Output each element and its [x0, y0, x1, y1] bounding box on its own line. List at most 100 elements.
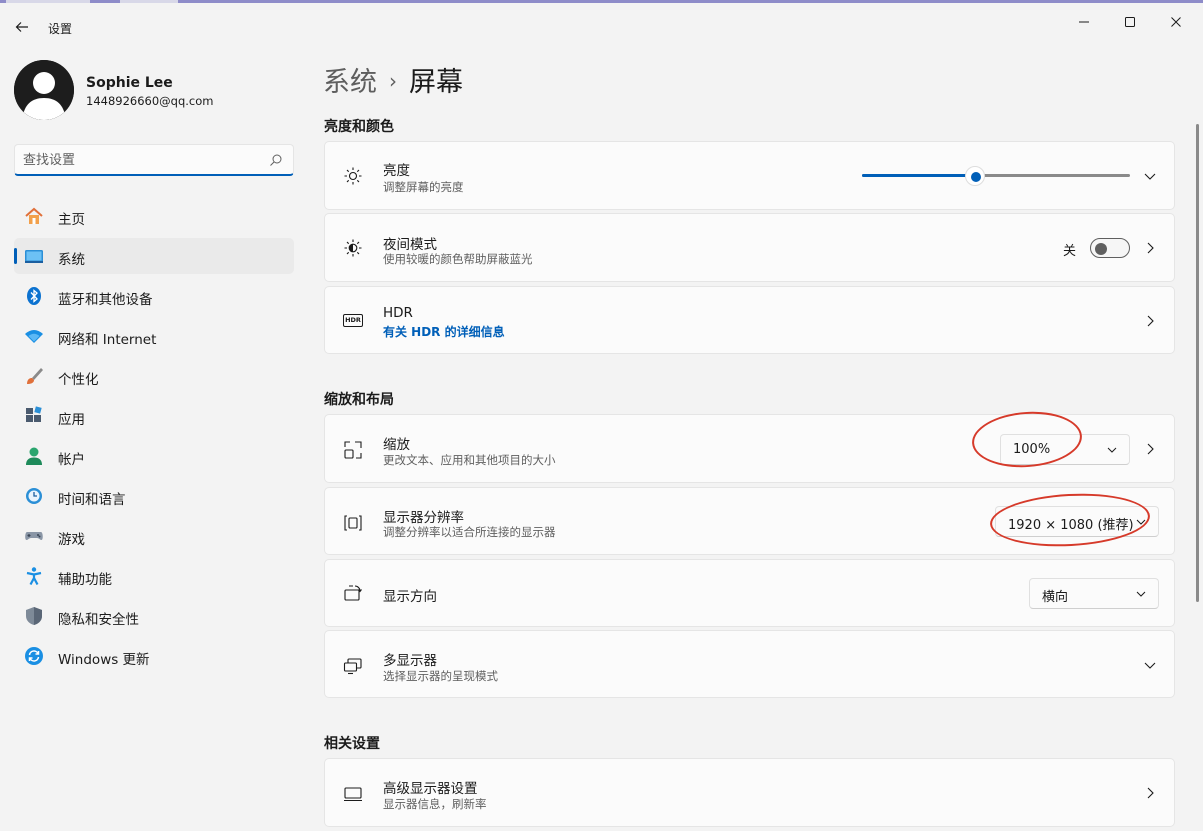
page-title: 屏幕: [409, 67, 463, 98]
hdr-title: HDR: [383, 305, 413, 321]
apps-icon: [26, 406, 42, 422]
night-light-state: 关: [1063, 244, 1077, 259]
sidebar-item-apps[interactable]: 应用: [14, 398, 294, 434]
monitor-icon: [344, 787, 362, 802]
chevron-down-icon: [1136, 591, 1146, 597]
orientation-title: 显示方向: [383, 589, 437, 605]
sidebar-item-windows-update[interactable]: Windows 更新: [14, 638, 294, 674]
toggle-knob: [1095, 243, 1107, 255]
slider-thumb[interactable]: [964, 166, 985, 186]
section-title-brightness-color: 亮度和颜色: [324, 119, 394, 135]
orientation-value: 横向: [1042, 590, 1069, 605]
breadcrumb-separator: ›: [389, 69, 397, 93]
search-icon[interactable]: [269, 153, 283, 167]
back-button[interactable]: [10, 15, 34, 39]
breadcrumb: 系统 › 屏幕: [323, 60, 463, 99]
search-box[interactable]: [14, 144, 294, 176]
sidebar-item-home[interactable]: 主页: [14, 198, 294, 234]
user-name: Sophie Lee: [86, 75, 173, 91]
app-title: 设置: [48, 22, 73, 36]
maximize-icon: [1125, 17, 1135, 27]
sidebar-item-label: Windows 更新: [58, 652, 150, 668]
advanced-display-card[interactable]: 高级显示器设置 显示器信息，刷新率: [324, 758, 1175, 827]
sidebar-item-label: 网络和 Internet: [58, 332, 157, 348]
gamepad-icon: [25, 532, 43, 540]
shield-icon: [26, 607, 42, 625]
sidebar-item-gaming[interactable]: 游戏: [14, 518, 294, 554]
chevron-down-icon[interactable]: [1142, 168, 1158, 184]
sidebar-item-label: 系统: [58, 252, 85, 268]
advanced-display-title: 高级显示器设置: [383, 781, 478, 797]
resolution-icon: [344, 515, 362, 531]
brush-icon: [27, 368, 43, 384]
wifi-icon: [25, 330, 43, 343]
sidebar-item-network[interactable]: 网络和 Internet: [14, 318, 294, 354]
sidebar-item-accessibility[interactable]: 辅助功能: [14, 558, 294, 594]
night-light-toggle[interactable]: [1090, 238, 1130, 258]
user-email: 1448926660@qq.com: [86, 94, 214, 108]
accessibility-icon: [26, 567, 42, 586]
multi-display-title: 多显示器: [383, 653, 437, 669]
system-icon: [25, 250, 43, 263]
night-light-desc: 使用较暖的颜色帮助屏蔽蓝光: [383, 252, 533, 266]
sidebar-item-system[interactable]: 系统: [14, 238, 294, 274]
sun-icon: [344, 167, 362, 185]
back-arrow-icon: [15, 22, 28, 32]
brightness-slider[interactable]: [862, 166, 1130, 186]
advanced-display-desc: 显示器信息，刷新率: [383, 797, 487, 811]
sidebar-item-bluetooth[interactable]: 蓝牙和其他设备: [14, 278, 294, 314]
orientation-dropdown[interactable]: 横向: [1029, 578, 1159, 609]
bluetooth-icon: [27, 287, 41, 305]
chevron-right-icon[interactable]: [1142, 313, 1158, 329]
update-icon: [25, 647, 43, 665]
brightness-desc: 调整屏幕的亮度: [383, 180, 464, 194]
search-input[interactable]: [23, 150, 263, 170]
sidebar-item-privacy[interactable]: 隐私和安全性: [14, 598, 294, 634]
home-icon: [25, 207, 43, 224]
chevron-right-icon[interactable]: [1142, 240, 1158, 256]
scrollbar-thumb[interactable]: [1196, 124, 1199, 602]
resolution-title: 显示器分辨率: [383, 510, 464, 526]
sidebar-item-label: 游戏: [58, 532, 85, 548]
section-title-related: 相关设置: [324, 736, 380, 752]
night-light-card[interactable]: 夜间模式 使用较暖的颜色帮助屏蔽蓝光 关: [324, 213, 1175, 282]
sidebar-item-label: 蓝牙和其他设备: [58, 292, 153, 308]
sidebar-item-label: 时间和语言: [58, 492, 126, 508]
hdr-icon: HDR: [343, 314, 363, 327]
title-bar: 设置: [0, 3, 1203, 47]
sidebar-item-label: 个性化: [58, 372, 99, 388]
sidebar-item-personalization[interactable]: 个性化: [14, 358, 294, 394]
close-button[interactable]: [1153, 6, 1199, 38]
hdr-card[interactable]: HDR HDR 有关 HDR 的详细信息: [324, 286, 1175, 354]
section-title-scale-layout: 缩放和布局: [324, 392, 394, 408]
orientation-card[interactable]: 显示方向 横向: [324, 559, 1175, 627]
scale-title: 缩放: [383, 437, 410, 453]
orientation-icon: [344, 585, 362, 601]
close-icon: [1171, 17, 1181, 27]
chevron-down-icon[interactable]: [1142, 657, 1158, 673]
sidebar-item-label: 应用: [58, 412, 85, 428]
multi-display-card[interactable]: 多显示器 选择显示器的呈现模式: [324, 630, 1175, 698]
resolution-desc: 调整分辨率以适合所连接的显示器: [383, 525, 556, 539]
brightness-title: 亮度: [383, 163, 410, 179]
user-silhouette-icon: [14, 60, 74, 120]
chevron-right-icon[interactable]: [1142, 785, 1158, 801]
maximize-button[interactable]: [1107, 6, 1153, 38]
hdr-info-link[interactable]: 有关 HDR 的详细信息: [383, 323, 505, 340]
scale-desc: 更改文本、应用和其他项目的大小: [383, 453, 556, 467]
multi-display-desc: 选择显示器的呈现模式: [383, 669, 498, 683]
selection-indicator: [14, 248, 17, 264]
sidebar-item-accounts[interactable]: 帐户: [14, 438, 294, 474]
account-icon: [26, 447, 42, 465]
avatar[interactable]: [14, 60, 74, 120]
sidebar-item-label: 帐户: [58, 452, 85, 468]
minimize-button[interactable]: [1061, 6, 1107, 38]
night-light-icon: [344, 239, 362, 257]
minimize-icon: [1079, 21, 1089, 23]
chevron-right-icon[interactable]: [1142, 441, 1158, 457]
chevron-down-icon: [1107, 447, 1117, 453]
clock-globe-icon: [26, 488, 42, 504]
sidebar-item-label: 隐私和安全性: [58, 612, 139, 628]
breadcrumb-parent[interactable]: 系统: [323, 67, 377, 98]
sidebar-item-time-language[interactable]: 时间和语言: [14, 478, 294, 514]
